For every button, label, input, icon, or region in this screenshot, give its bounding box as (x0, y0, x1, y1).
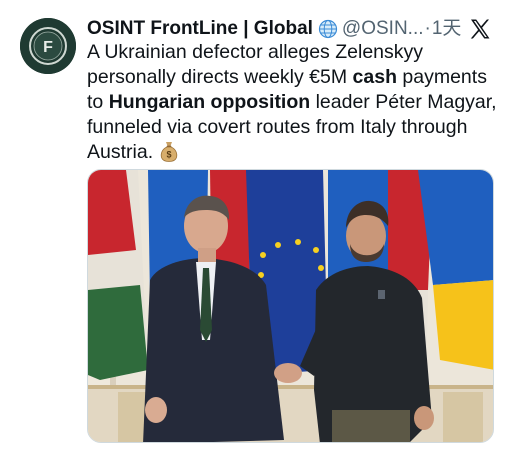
avatar-letter: F (43, 39, 53, 56)
separator-dot: · (424, 18, 431, 39)
money-bag-icon: $ (159, 140, 179, 162)
x-logo-icon[interactable] (468, 17, 492, 41)
avatar[interactable]: F (20, 18, 76, 74)
author-handle[interactable]: @OSIN... (342, 16, 424, 42)
tweet-text-bold: cash (352, 66, 397, 88)
timestamp[interactable]: 1天 (432, 16, 462, 42)
author-name[interactable]: OSINT FrontLine | Global (87, 16, 313, 42)
tweet-header: OSINT FrontLine | Global @OSIN... · 1天 (87, 16, 506, 42)
tweet-text-bold: Hungarian opposition (108, 91, 311, 113)
tweet-photo[interactable] (87, 169, 494, 443)
svg-text:$: $ (167, 150, 172, 160)
avatar-logo-icon: F (20, 18, 76, 74)
tweet-text: A Ukrainian defector alleges Zelenskyy p… (87, 40, 507, 165)
globe-icon (318, 19, 338, 39)
tweet[interactable]: F OSINT FrontLine | Global @OSIN... · 1天… (0, 0, 524, 450)
photo-image (88, 170, 493, 442)
